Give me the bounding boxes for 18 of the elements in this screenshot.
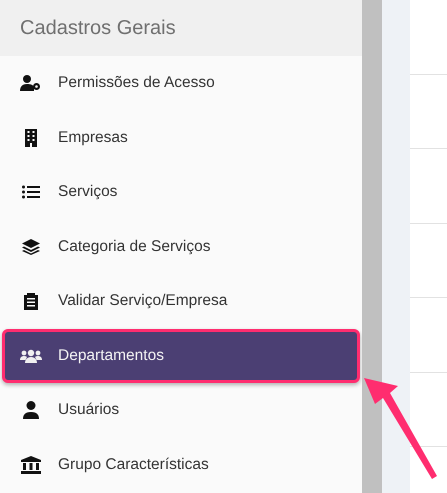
list-icon [22, 185, 40, 200]
section-header: Cadastros Gerais [0, 0, 362, 56]
bank-icon [21, 456, 41, 474]
menu-item[interactable]: Categoria de Serviços [2, 220, 360, 274]
menu-item[interactable]: Departamentos [2, 328, 360, 383]
user-icon [23, 401, 39, 420]
menu-item[interactable]: Usuários [2, 383, 360, 438]
menu-item[interactable]: Validar Serviço/Empresa [2, 274, 360, 328]
menu-item[interactable]: Empresas [2, 110, 360, 165]
menu-item[interactable]: Grupo Características [2, 438, 360, 492]
user-gear-icon [20, 75, 42, 92]
menu-item[interactable]: Serviços [2, 165, 360, 220]
users-icon [20, 348, 42, 363]
menu-item[interactable]: Permissões de Acesso [2, 56, 360, 110]
scrollbar[interactable] [362, 0, 382, 493]
clipboard-icon [24, 292, 38, 310]
building-icon [24, 128, 38, 147]
layers-icon [22, 238, 40, 255]
